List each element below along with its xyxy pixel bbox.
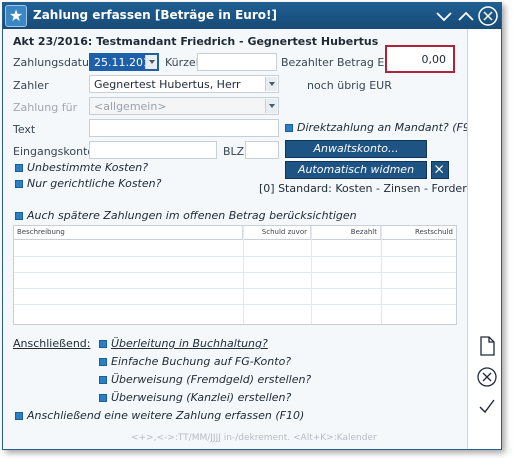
zahlungsdatum-label: Zahlungsdatum: [13, 56, 100, 69]
spaetere-zahlungen-label[interactable]: Auch spätere Zahlungen im offenen Betrag…: [27, 209, 357, 222]
column-header[interactable]: Restschuld: [381, 226, 456, 239]
noch-uebrig-label: noch übrig EUR: [307, 79, 392, 92]
column-header[interactable]: Bezahlt: [311, 226, 381, 239]
column-divider: [311, 226, 312, 324]
chevron-down-icon: [265, 99, 277, 113]
payment-dialog: ★ Zahlung erfassen [Beträge in Euro!] Ak…: [2, 2, 502, 450]
cancel-circle-icon[interactable]: [476, 366, 498, 388]
text-label: Text: [13, 123, 36, 136]
chevron-down-icon[interactable]: [265, 77, 277, 91]
unbestimmte-kosten-label[interactable]: Unbestimmte Kosten?: [27, 161, 148, 174]
payment-table[interactable]: Beschreibung Schuld zuvor Bezahlt Restsc…: [13, 225, 457, 325]
action-sidebar: [467, 29, 501, 449]
option-ueberleitung[interactable]: Überleitung in Buchhaltung?: [111, 337, 268, 350]
anschliessend-label: Anschließend:: [13, 337, 91, 350]
footer-hint: <+>,<->:TT/MM/JJJJ in-/dekrement. <Alt+K…: [131, 433, 377, 443]
chevron-up-icon[interactable]: [455, 5, 477, 27]
kuerzel-field[interactable]: [197, 53, 277, 71]
option-fg-konto[interactable]: Einfache Buchung auf FG-Konto?: [111, 355, 291, 368]
eingangskonto-field[interactable]: [89, 141, 217, 159]
zahler-select[interactable]: Gegnertest Hubertus, Herr: [89, 75, 279, 93]
title-bar: ★ Zahlung erfassen [Beträge in Euro!]: [3, 3, 501, 29]
case-title: Akt 23/2016: Testmandant Friedrich - Geg…: [13, 35, 379, 48]
eingangskonto-label: Eingangskonto: [13, 145, 95, 158]
blz-field[interactable]: [245, 141, 279, 159]
close-icon[interactable]: [431, 161, 449, 179]
document-icon[interactable]: [476, 335, 498, 357]
row-divider: [14, 272, 456, 273]
anwaltskonto-button[interactable]: Anwaltskonto...: [285, 140, 427, 158]
form-area: Akt 23/2016: Testmandant Friedrich - Geg…: [3, 29, 488, 449]
nur-gerichtliche-label[interactable]: Nur gerichtliche Kosten?: [27, 177, 161, 190]
chevron-down-icon[interactable]: [145, 55, 157, 69]
zahler-label: Zahler: [13, 79, 49, 92]
kuerzel-label: Kürzel: [165, 56, 199, 69]
zahlungsdatum-field[interactable]: 25.11.2016: [89, 53, 159, 71]
automatisch-widmen-button[interactable]: Automatisch widmen (F11): [285, 161, 427, 192]
unbestimmte-kosten-checkbox[interactable]: [15, 164, 23, 172]
row-divider: [14, 304, 456, 305]
zahlung-fuer-label: Zahlung für: [13, 101, 78, 114]
header-divider: [14, 239, 456, 240]
row-divider: [14, 256, 456, 257]
column-header[interactable]: Beschreibung: [14, 226, 243, 239]
option-ueberweisung-fremdgeld[interactable]: Überweisung (Fremdgeld) erstellen?: [111, 373, 311, 386]
weitere-zahlung-label[interactable]: Anschließend eine weitere Zahlung erfass…: [27, 409, 304, 422]
direktzahlung-checkbox[interactable]: [285, 124, 293, 132]
standard-text: [0] Standard: Kosten - Zinsen - Forderun…: [259, 182, 488, 195]
row-divider: [14, 288, 456, 289]
blz-label: BLZ: [223, 145, 245, 158]
zahler-value: Gegnertest Hubertus, Herr: [94, 78, 241, 91]
betrag-label: Bezahlter Betrag EUR: [281, 56, 400, 69]
nur-gerichtliche-checkbox[interactable]: [15, 180, 23, 188]
weitere-zahlung-checkbox[interactable]: [15, 412, 23, 420]
option-checkbox[interactable]: [99, 394, 107, 402]
close-circle-icon[interactable]: [477, 5, 499, 27]
option-checkbox[interactable]: [99, 340, 107, 348]
zahlung-fuer-select: <allgemein>: [89, 97, 279, 115]
column-header[interactable]: Schuld zuvor: [243, 226, 311, 239]
option-checkbox[interactable]: [99, 358, 107, 366]
zahlung-fuer-value: <allgemein>: [94, 100, 167, 113]
direktzahlung-label[interactable]: Direktzahlung an Mandant? (F9): [297, 121, 474, 134]
option-checkbox[interactable]: [99, 376, 107, 384]
chevron-down-icon[interactable]: [433, 5, 455, 27]
text-field[interactable]: [89, 119, 279, 137]
column-divider: [243, 226, 244, 324]
betrag-field[interactable]: 0,00: [389, 50, 451, 68]
spaetere-zahlungen-checkbox[interactable]: [15, 212, 23, 220]
checkmark-icon[interactable]: [476, 395, 498, 417]
column-divider: [381, 226, 382, 324]
star-icon: ★: [5, 5, 27, 27]
option-ueberweisung-kanzlei[interactable]: Überweisung (Kanzlei) erstellen?: [111, 391, 291, 404]
window-title: Zahlung erfassen [Beträge in Euro!]: [33, 8, 277, 22]
